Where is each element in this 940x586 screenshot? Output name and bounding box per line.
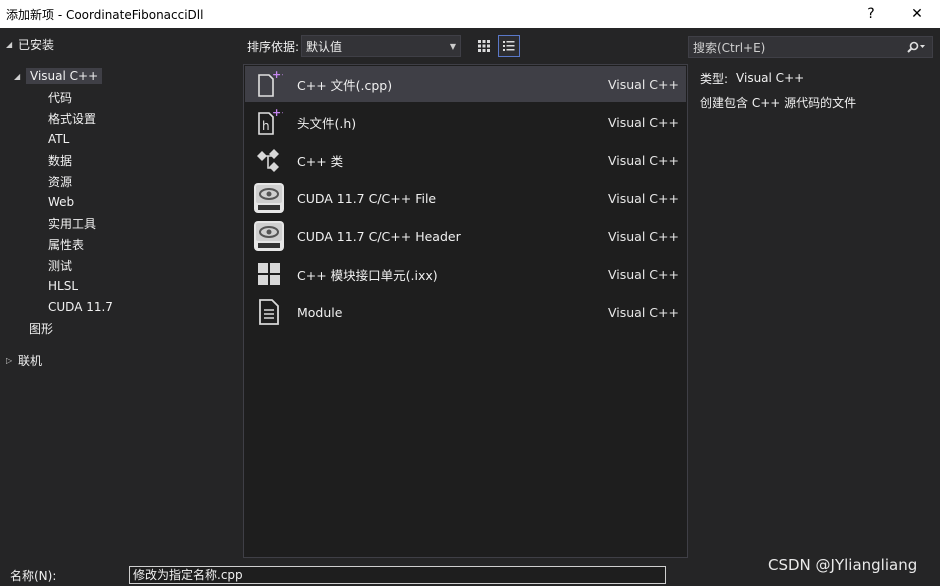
tree-item-utilities[interactable]: 实用工具 [48,213,96,233]
header-file-icon: h ++ [249,104,289,140]
search-box[interactable]: 搜索(Ctrl+E) [688,36,933,58]
tree-item-cuda[interactable]: CUDA 11.7 [48,297,113,317]
class-icon [249,142,289,178]
chevron-down-icon: ▼ [449,41,457,51]
grid-view-icon [478,40,491,52]
category-tree: ◢ 已安装 ◢ Visual C++ 代码 格式设置 ATL 数据 资源 Web… [0,28,243,564]
expanded-arrow-icon[interactable]: ◢ [6,40,18,49]
watermark-text: CSDN @JYliangliang [768,556,918,574]
sort-label: 排序依据: [247,39,300,54]
cpp-file-icon: ++ [249,66,289,102]
template-language: Visual C++ [608,152,679,168]
tree-label-installed: 已安装 [18,37,55,52]
list-view-button[interactable] [498,35,521,57]
tree-item-test[interactable]: 测试 [48,255,72,275]
template-language: Visual C++ [608,190,679,206]
module-interface-icon [249,256,289,292]
help-button[interactable]: ? [848,0,894,28]
tree-item-installed[interactable]: ◢ 已安装 [6,34,54,54]
list-view-icon [503,41,515,51]
type-label: 类型: [700,71,729,86]
nvidia-icon [249,218,289,254]
tree-item-hlsl[interactable]: HLSL [48,276,78,296]
template-language: Visual C++ [608,304,679,320]
template-language: Visual C++ [608,266,679,282]
svg-text:h: h [262,119,270,133]
search-input[interactable]: 搜索(Ctrl+E) [693,39,906,56]
tree-label-visual-cpp: Visual C++ [26,68,103,84]
template-row-cuda-file[interactable]: CUDA 11.7 C/C++ File Visual C++ [245,180,686,216]
expanded-arrow-icon[interactable]: ◢ [14,72,26,81]
sort-toolbar: 排序依据: 默认值 ▼ [243,28,688,64]
template-name: Module [297,304,343,320]
template-language: Visual C++ [608,114,679,130]
template-description: 创建包含 C++ 源代码的文件 [700,95,857,110]
tree-item-data[interactable]: 数据 [48,150,72,170]
sort-value: 默认值 [306,39,343,54]
template-row-module[interactable]: Module Visual C++ [245,294,686,330]
template-name: C++ 类 [297,153,344,169]
tree-item-formatting[interactable]: 格式设置 [48,108,96,128]
template-language: Visual C++ [608,228,679,244]
title-bar: 添加新项 - CoordinateFibonacciDll ? ✕ [0,0,940,28]
template-name: C++ 文件(.cpp) [297,77,393,93]
small-icons-view-button[interactable] [473,35,495,57]
name-label: 名称(N): [10,568,57,583]
sort-dropdown[interactable]: 默认值 ▼ [301,35,462,57]
svg-text:++: ++ [272,69,283,81]
template-name: CUDA 11.7 C/C++ File [297,190,437,206]
template-list: ++ C++ 文件(.cpp) Visual C++ h ++ 头文件(.h) … [243,64,688,558]
template-name: CUDA 11.7 C/C++ Header [297,228,461,244]
close-button[interactable]: ✕ [894,0,940,28]
collapsed-arrow-icon[interactable]: ▷ [6,356,18,365]
tree-item-atl[interactable]: ATL [48,129,69,149]
tree-item-property-sheets[interactable]: 属性表 [48,234,84,254]
svg-text:++: ++ [272,107,283,119]
detail-pane: 类型: Visual C++ 创建包含 C++ 源代码的文件 [700,68,930,114]
tree-item-graphics[interactable]: 图形 [29,318,53,338]
template-row-cuda-header[interactable]: CUDA 11.7 C/C++ Header Visual C++ [245,218,686,254]
template-name: C++ 模块接口单元(.ixx) [297,267,438,283]
tree-item-web[interactable]: Web [48,192,74,212]
nvidia-icon [249,180,289,216]
search-icon[interactable] [906,41,932,53]
tree-item-visual-cpp[interactable]: ◢ Visual C++ [14,66,103,86]
tree-label-online: 联机 [18,353,43,368]
tree-item-online[interactable]: ▷ 联机 [6,350,42,370]
tree-item-code[interactable]: 代码 [48,87,72,107]
template-row-module-interface[interactable]: C++ 模块接口单元(.ixx) Visual C++ [245,256,686,292]
type-value: Visual C++ [736,71,805,85]
tree-item-resources[interactable]: 资源 [48,171,72,191]
name-field[interactable]: 修改为指定名称.cpp [129,566,666,584]
module-file-icon [249,294,289,330]
window-title: 添加新项 - CoordinateFibonacciDll [6,7,204,22]
template-row-cpp-class[interactable]: C++ 类 Visual C++ [245,142,686,178]
template-language: Visual C++ [608,76,679,92]
template-row-header-file[interactable]: h ++ 头文件(.h) Visual C++ [245,104,686,140]
template-name: 头文件(.h) [297,115,357,131]
template-row-cpp-file[interactable]: ++ C++ 文件(.cpp) Visual C++ [245,66,686,102]
